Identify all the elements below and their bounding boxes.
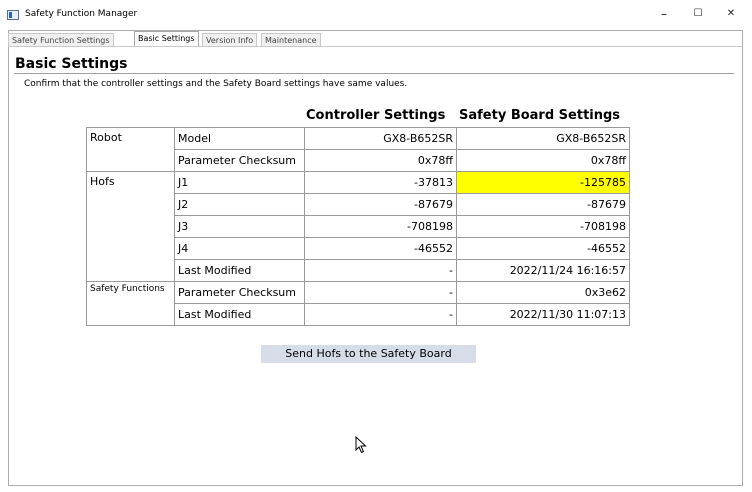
controller-value: - [304,259,457,282]
instruction-text: Confirm that the controller settings and… [24,79,408,89]
controller-value: -708198 [304,215,457,238]
title-bar: Safety Function Manager – ☐ ✕ [0,0,752,30]
group-safety-functions: Safety Functions [86,281,175,326]
board-value: -46552 [456,237,630,260]
table-row: Safety Functions Parameter Checksum - 0x… [86,281,630,326]
tab-safety-function-settings[interactable]: Safety Function Settings [8,33,114,46]
param-label: J4 [174,237,305,260]
header-safety-board-settings: Safety Board Settings [459,108,621,123]
board-value: -708198 [456,215,630,238]
tab-version-info[interactable]: Version Info [202,33,258,46]
mouse-cursor-icon [355,436,367,454]
window-title: Safety Function Manager [25,9,138,19]
close-button[interactable]: ✕ [721,7,741,21]
param-label: Last Modified [174,303,305,326]
settings-table: Robot Model GX8-B652SR GX8-B652SR Parame… [86,127,630,326]
group-hofs: Hofs [86,171,175,282]
minimize-button[interactable]: – [654,7,674,21]
tab-basic-settings[interactable]: Basic Settings [134,31,199,46]
app-icon [7,10,19,20]
controller-value: -87679 [304,193,457,216]
heading-divider [14,73,734,74]
group-robot: Robot [86,127,175,172]
table-row: Hofs J1 -37813 -125785 [86,171,630,282]
param-label: J3 [174,215,305,238]
board-value: 2022/11/30 11:07:13 [456,303,630,326]
controller-value: GX8-B652SR [304,127,457,150]
send-hofs-button[interactable]: Send Hofs to the Safety Board [261,345,476,363]
maximize-button[interactable]: ☐ [688,7,708,21]
param-label: J1 [174,171,305,194]
param-label: J2 [174,193,305,216]
param-label: Last Modified [174,259,305,282]
board-value: -87679 [456,193,630,216]
page-title: Basic Settings [15,56,128,72]
header-controller-settings: Controller Settings [306,108,446,123]
tab-maintenance[interactable]: Maintenance [261,33,321,46]
param-label: Parameter Checksum [174,281,305,304]
param-label: Model [174,127,305,150]
controller-value: - [304,281,457,304]
controller-value: -37813 [304,171,457,194]
board-value: GX8-B652SR [456,127,630,150]
controller-value: - [304,303,457,326]
controller-value: 0x78ff [304,149,457,172]
board-value: 2022/11/24 16:16:57 [456,259,630,282]
table-row: Robot Model GX8-B652SR GX8-B652SR [86,127,630,172]
board-value: 0x78ff [456,149,630,172]
board-value-mismatch: -125785 [456,171,630,194]
param-label: Parameter Checksum [174,149,305,172]
controller-value: -46552 [304,237,457,260]
board-value: 0x3e62 [456,281,630,304]
